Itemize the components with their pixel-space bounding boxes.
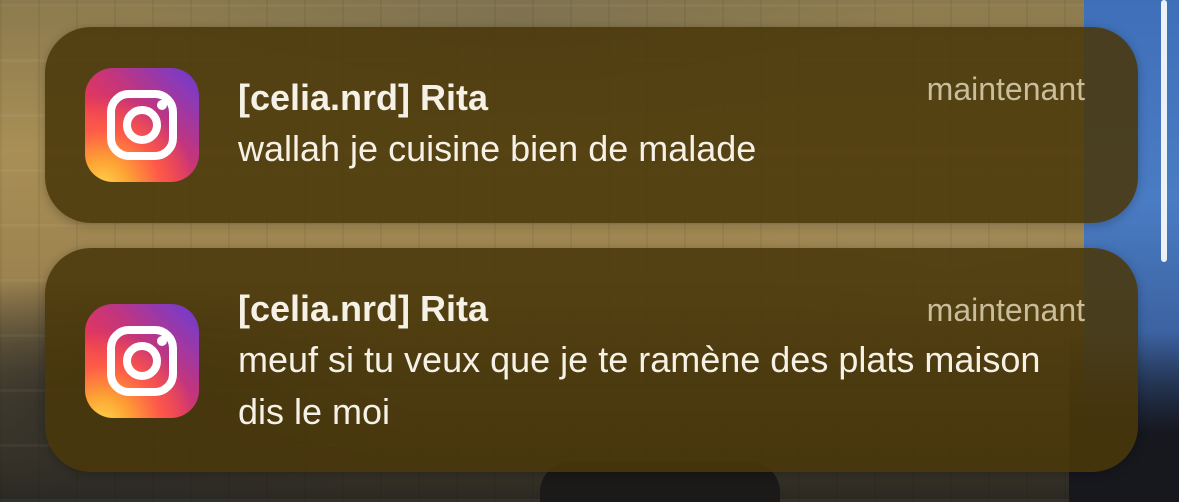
notification-title: [celia.nrd] Rita: [238, 288, 489, 329]
notification-time: maintenant: [926, 71, 1085, 107]
notification-card[interactable]: [celia.nrd] Rita maintenant meuf si tu v…: [45, 248, 1138, 472]
notification-message: wallah je cuisine bien de malade: [238, 128, 757, 169]
notification-time: maintenant: [926, 292, 1085, 328]
notification-card[interactable]: [celia.nrd] Rita maintenant wallah je cu…: [45, 27, 1138, 223]
notification-title: [celia.nrd] Rita: [238, 77, 489, 118]
instagram-icon: [85, 68, 199, 182]
notification-message: meuf si tu veux que je te ramène des pla…: [238, 339, 1041, 432]
instagram-icon: [85, 304, 199, 418]
scroll-indicator[interactable]: [1161, 0, 1167, 262]
